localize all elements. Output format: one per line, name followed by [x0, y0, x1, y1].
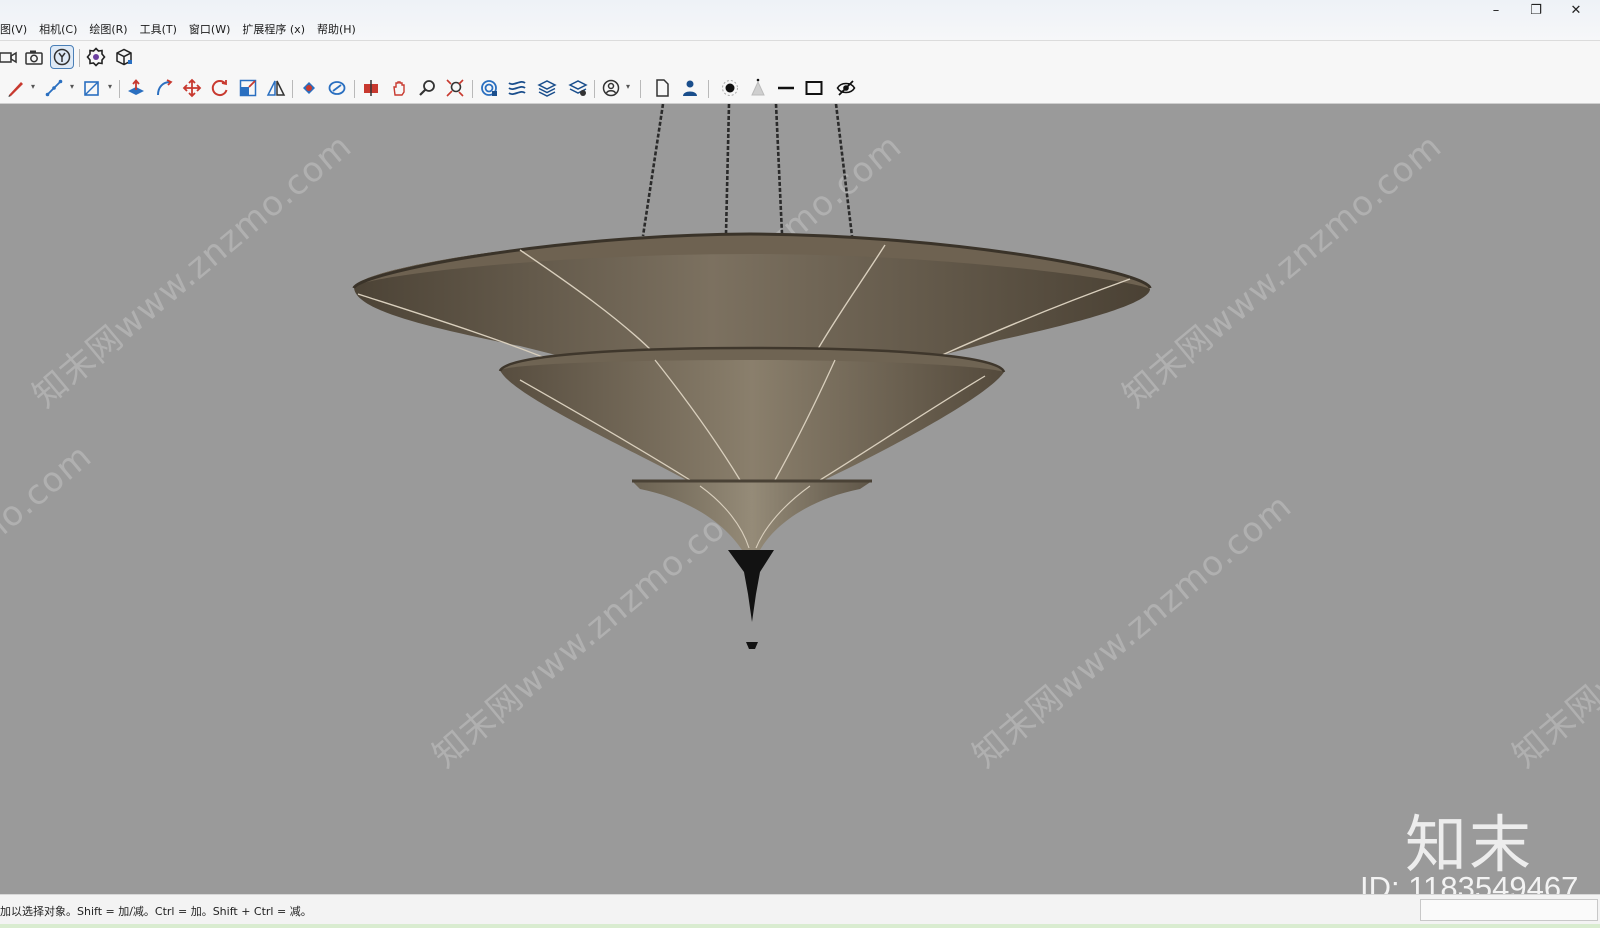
status-bar: 加以选择对象。Shift = 加/减。Ctrl = 加。Shift + Ctrl… [0, 894, 1600, 928]
user-account-icon[interactable] [599, 76, 623, 100]
main-toolbar: ▾ ▾ ▾ ▾ [0, 72, 1600, 104]
new-page-icon[interactable] [650, 76, 674, 100]
top-shade [352, 232, 1152, 366]
layers-icon[interactable] [535, 76, 559, 100]
taskbar-edge [0, 924, 1600, 928]
title-bar: 图(V) 相机(C) 绘图(R) 工具(T) 窗口(W) 扩展程序 (x) 帮助… [0, 0, 1600, 40]
menu-view[interactable]: 图(V) [0, 22, 33, 40]
sketchup-window: 图(V) 相机(C) 绘图(R) 工具(T) 窗口(W) 扩展程序 (x) 帮助… [0, 0, 1600, 928]
rectangle-icon[interactable] [80, 76, 104, 100]
menu-help[interactable]: 帮助(H) [311, 22, 362, 40]
person-icon[interactable] [678, 76, 702, 100]
shadow-point-icon[interactable] [718, 76, 742, 100]
line-icon[interactable] [42, 76, 66, 100]
line-style-icon[interactable] [774, 76, 798, 100]
hanging-chains [641, 104, 854, 237]
push-pull-icon[interactable] [124, 76, 148, 100]
measurements-box[interactable] [1420, 899, 1598, 921]
position-camera-icon[interactable] [50, 45, 74, 69]
menu-extensions[interactable]: 扩展程序 (x) [236, 22, 311, 40]
restore-button[interactable]: ❐ [1516, 0, 1556, 20]
cone-icon[interactable] [746, 76, 770, 100]
zoom-icon[interactable] [415, 76, 439, 100]
move-icon[interactable] [180, 76, 204, 100]
pan-icon[interactable] [387, 76, 411, 100]
model-viewport[interactable]: 知末网www.znzmo.com 知末网www.znzmo.com 知末网www… [0, 104, 1600, 894]
flip-icon[interactable] [264, 76, 288, 100]
video-camera-icon[interactable] [0, 45, 20, 69]
menu-window[interactable]: 窗口(W) [183, 22, 236, 40]
settings-gear-icon[interactable] [84, 45, 108, 69]
rotate-icon[interactable] [208, 76, 232, 100]
menu-draw[interactable]: 绘图(R) [83, 22, 133, 40]
menu-bar: 图(V) 相机(C) 绘图(R) 工具(T) 窗口(W) 扩展程序 (x) 帮助… [0, 22, 362, 40]
pencil-icon[interactable] [4, 76, 28, 100]
menu-camera[interactable]: 相机(C) [33, 22, 83, 40]
finial [728, 550, 774, 649]
middle-shade [498, 346, 1006, 482]
chandelier-model [352, 104, 1152, 649]
status-hint: 加以选择对象。Shift = 加/减。Ctrl = 加。Shift + Ctrl… [0, 905, 312, 918]
close-button[interactable]: ✕ [1556, 0, 1596, 20]
component-box-icon[interactable] [112, 45, 136, 69]
camera-toolbar [0, 40, 1600, 72]
menu-tools[interactable]: 工具(T) [134, 22, 183, 40]
sandbox-icon[interactable] [505, 76, 529, 100]
orbit-icon[interactable] [325, 76, 349, 100]
section-plane-icon[interactable] [359, 76, 383, 100]
zoom-extents-icon[interactable] [443, 76, 467, 100]
follow-me-icon[interactable] [152, 76, 176, 100]
paint-bucket-icon[interactable] [297, 76, 321, 100]
camera-icon[interactable] [22, 45, 46, 69]
scale-icon[interactable] [236, 76, 260, 100]
solid-tools-icon[interactable] [477, 76, 501, 100]
lower-shade [632, 479, 872, 550]
minimize-button[interactable]: – [1476, 0, 1516, 20]
layers-settings-icon[interactable] [566, 76, 590, 100]
frame-icon[interactable] [802, 76, 826, 100]
hide-icon[interactable] [834, 76, 858, 100]
brand-id-label: ID: 1183549467 [1360, 870, 1579, 894]
